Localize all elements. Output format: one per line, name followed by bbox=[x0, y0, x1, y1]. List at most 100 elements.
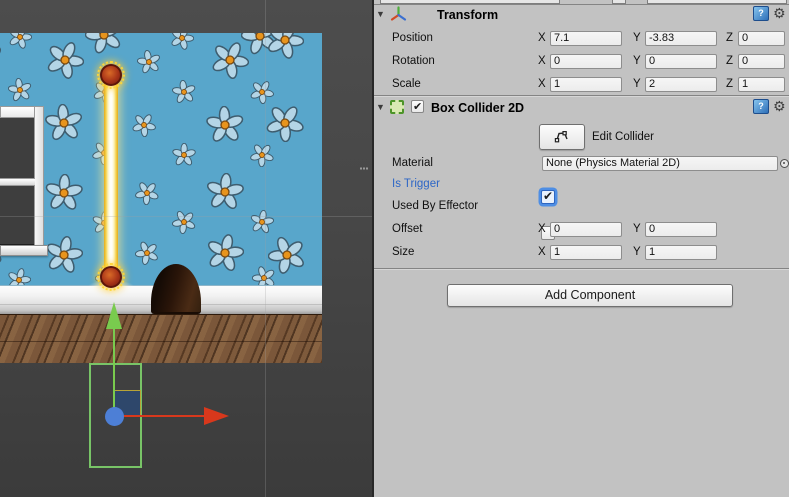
edit-collider-label: Edit Collider bbox=[592, 131, 654, 143]
is-trigger-checkbox[interactable] bbox=[541, 189, 555, 204]
wallpaper-flower bbox=[132, 114, 156, 137]
foldout-arrow-icon[interactable]: ▼ bbox=[376, 9, 385, 19]
scene-view[interactable] bbox=[0, 0, 372, 497]
axis-z-label: Z bbox=[726, 78, 734, 90]
axis-y-label: Y bbox=[633, 246, 641, 258]
rotation-label: Rotation bbox=[392, 55, 435, 67]
panel-splitter-handle[interactable] bbox=[359, 167, 369, 170]
offset-y-field[interactable]: 0 bbox=[645, 222, 717, 237]
component-separator-highlight bbox=[374, 269, 789, 270]
size-x-field[interactable]: 1 bbox=[550, 245, 622, 260]
axis-x-label: X bbox=[538, 55, 546, 67]
rotation-y-field[interactable]: 0 bbox=[645, 54, 717, 69]
transform-icon bbox=[390, 6, 407, 21]
inspector-panel: ▼ Transform ? ⚙ Position X 7.1 Y -3.83 Z… bbox=[372, 0, 789, 497]
material-object-field[interactable]: None (Physics Material 2D) bbox=[542, 156, 778, 171]
used-by-effector-label: Used By Effector bbox=[392, 200, 479, 212]
position-label: Position bbox=[392, 32, 433, 44]
wallpaper-flower bbox=[137, 50, 160, 74]
axis-y-label: Y bbox=[633, 223, 641, 235]
axis-x-label: X bbox=[538, 246, 546, 258]
wallpaper-flower bbox=[206, 173, 244, 210]
gizmo-y-axis-arrow[interactable] bbox=[106, 302, 122, 329]
rotation-z-field[interactable]: 0 bbox=[738, 54, 785, 69]
wallpaper-flower bbox=[250, 81, 274, 104]
wallpaper-flower bbox=[172, 143, 196, 166]
component-enabled-checkbox[interactable] bbox=[411, 100, 424, 113]
gizmo-x-axis-arrow[interactable] bbox=[204, 407, 229, 425]
wallpaper-flower bbox=[212, 42, 249, 79]
component-separator-highlight bbox=[374, 96, 789, 97]
scale-z-field[interactable]: 1 bbox=[738, 77, 785, 92]
wallpaper-flower bbox=[9, 33, 32, 49]
wallpaper-flower bbox=[47, 42, 84, 79]
box-collider-2d-icon bbox=[390, 100, 404, 114]
window-sill bbox=[0, 245, 48, 256]
axis-y-label: Y bbox=[633, 32, 641, 44]
scale-y-field[interactable]: 2 bbox=[645, 77, 717, 92]
add-component-button[interactable]: Add Component bbox=[447, 284, 733, 307]
axis-x-label: X bbox=[538, 78, 546, 90]
fireball-top bbox=[97, 61, 125, 89]
help-icon[interactable]: ? bbox=[753, 6, 769, 21]
wallpaper-flower bbox=[0, 46, 2, 61]
wallpaper-flower bbox=[268, 33, 304, 59]
wallpaper-flower bbox=[252, 266, 275, 285]
window-crossbar bbox=[0, 178, 35, 186]
window-frame-right bbox=[34, 106, 44, 247]
scale-x-field[interactable]: 1 bbox=[550, 77, 622, 92]
wallpaper-flower bbox=[8, 268, 31, 285]
wallpaper-flower bbox=[207, 234, 244, 272]
axis-z-label: Z bbox=[726, 32, 734, 44]
wallpaper-flower bbox=[206, 106, 244, 142]
edit-collider-polygon-icon bbox=[554, 130, 568, 143]
offset-x-field[interactable]: 0 bbox=[550, 222, 622, 237]
laser-beam-sprite[interactable] bbox=[104, 78, 118, 280]
wood-floor bbox=[0, 314, 322, 363]
axis-x-label: X bbox=[538, 223, 546, 235]
gizmo-y-axis-line bbox=[113, 328, 115, 412]
unity-editor-window: ▼ Transform ? ⚙ Position X 7.1 Y -3.83 Z… bbox=[0, 0, 789, 497]
axis-z-label: Z bbox=[726, 55, 734, 67]
gizmo-center-handle[interactable] bbox=[105, 407, 124, 426]
wallpaper-flower bbox=[135, 182, 159, 205]
wallpaper-background bbox=[0, 33, 322, 285]
gear-icon[interactable]: ⚙ bbox=[773, 6, 786, 20]
wallpaper-flower bbox=[172, 80, 196, 103]
box-collider-2d-header-title[interactable]: Box Collider 2D bbox=[431, 101, 524, 115]
size-y-field[interactable]: 1 bbox=[645, 245, 717, 260]
wallpaper-flower bbox=[45, 104, 83, 141]
material-label: Material bbox=[392, 157, 433, 169]
wallpaper-flower bbox=[171, 33, 194, 50]
scene-grid-line-vertical bbox=[265, 0, 266, 497]
scene-grid-line-horizontal bbox=[0, 216, 372, 217]
rotation-x-field[interactable]: 0 bbox=[550, 54, 622, 69]
object-picker-icon[interactable] bbox=[780, 159, 789, 168]
position-y-field[interactable]: -3.83 bbox=[645, 31, 717, 46]
component-separator bbox=[374, 4, 789, 5]
wallpaper-flower bbox=[135, 241, 158, 265]
fireball-bottom bbox=[97, 263, 125, 291]
scale-label: Scale bbox=[392, 78, 421, 90]
wallpaper-flower bbox=[250, 210, 274, 234]
wallpaper-flower bbox=[85, 33, 121, 54]
wallpaper-flower bbox=[45, 174, 83, 210]
window-pane-upper bbox=[0, 117, 35, 178]
axis-y-label: Y bbox=[633, 55, 641, 67]
transform-header-title[interactable]: Transform bbox=[437, 8, 498, 22]
gear-icon[interactable]: ⚙ bbox=[773, 99, 786, 113]
is-trigger-label: Is Trigger bbox=[392, 178, 440, 190]
wallpaper-flower bbox=[172, 210, 196, 234]
wallpaper-flower bbox=[250, 144, 274, 167]
wallpaper-flower bbox=[46, 236, 83, 273]
axis-x-label: X bbox=[538, 32, 546, 44]
offset-label: Offset bbox=[392, 223, 423, 235]
size-label: Size bbox=[392, 246, 415, 258]
help-icon[interactable]: ? bbox=[753, 99, 769, 114]
edit-collider-button[interactable] bbox=[539, 124, 585, 150]
position-z-field[interactable]: 0 bbox=[738, 31, 785, 46]
foldout-arrow-icon[interactable]: ▼ bbox=[376, 102, 385, 112]
gizmo-x-axis-line bbox=[116, 415, 205, 417]
position-x-field[interactable]: 7.1 bbox=[550, 31, 622, 46]
axis-y-label: Y bbox=[633, 78, 641, 90]
